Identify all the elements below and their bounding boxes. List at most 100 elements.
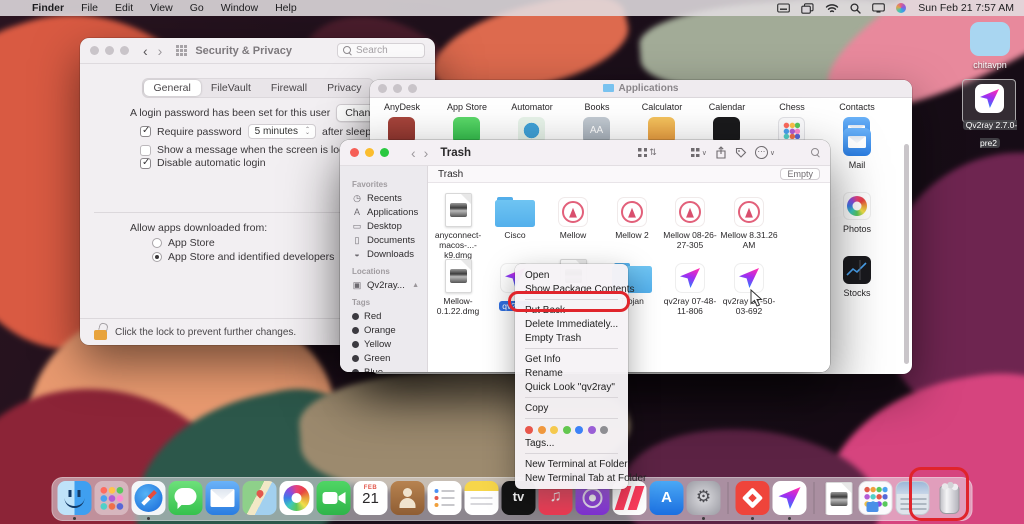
window-controls[interactable]: [90, 46, 129, 55]
sidebar-item-documents[interactable]: ▯Documents: [340, 233, 427, 247]
menu-file[interactable]: File: [81, 2, 98, 14]
app-label-calendar[interactable]: Calendar: [695, 102, 759, 112]
menu-item-new-terminal[interactable]: New Terminal at Folder: [515, 457, 628, 471]
menu-item-delete-immediately[interactable]: Delete Immediately...: [515, 317, 628, 331]
app-label-appstore[interactable]: App Store: [435, 102, 499, 112]
menu-item-empty-trash[interactable]: Empty Trash: [515, 331, 628, 345]
show-message-checkbox[interactable]: [140, 145, 151, 156]
dock-item-notes[interactable]: [465, 481, 499, 515]
menu-item-tags[interactable]: Tags...: [515, 436, 628, 450]
tag-color-green[interactable]: [563, 426, 571, 434]
file-mellow-2[interactable]: Mellow 2: [603, 189, 661, 240]
app-label-automator[interactable]: Automator: [500, 102, 564, 112]
dock-item-contacts[interactable]: [391, 481, 425, 515]
back-button[interactable]: ‹: [143, 44, 148, 58]
dock-item-reminders[interactable]: [428, 481, 462, 515]
file-qv2ray-2[interactable]: qv2ray 07-48-11-806: [661, 255, 719, 316]
app-label-contacts[interactable]: Contacts: [825, 102, 889, 112]
eject-icon[interactable]: ▲: [412, 282, 419, 289]
desktop-icon-chitavpn[interactable]: chitavpn: [966, 22, 1014, 70]
file-mellow[interactable]: Mellow: [544, 189, 602, 240]
radio-app-store[interactable]: [152, 238, 162, 248]
menu-item-quick-look[interactable]: Quick Look "qv2ray": [515, 380, 628, 394]
sidebar-tag-orange[interactable]: Orange: [340, 323, 427, 337]
search-icon[interactable]: [811, 148, 820, 157]
menu-help[interactable]: Help: [275, 2, 297, 14]
forward-button[interactable]: ›: [158, 44, 163, 58]
menu-edit[interactable]: Edit: [115, 2, 133, 14]
file-mellow-dmg[interactable]: Mellow-0.1.22.dmg: [429, 255, 487, 316]
menu-item-open[interactable]: Open: [515, 268, 628, 282]
app-label-chess[interactable]: Chess: [760, 102, 824, 112]
file-anyconnect-dmg[interactable]: anyconnect-macos-...-k9.dmg: [429, 189, 487, 261]
app-label-books[interactable]: Books: [565, 102, 629, 112]
desktop-icon-qv2ray[interactable]: [975, 84, 1004, 113]
tab-privacy[interactable]: Privacy: [317, 80, 371, 96]
dock-item-qv2ray[interactable]: [773, 481, 807, 515]
dock-item-mail[interactable]: [206, 481, 240, 515]
tag-color-blue[interactable]: [575, 426, 583, 434]
dock-item-calendar[interactable]: FEB21: [354, 481, 388, 515]
tab-firewall[interactable]: Firewall: [261, 80, 317, 96]
back-button[interactable]: ‹: [411, 146, 416, 160]
spotlight-icon[interactable]: [850, 3, 861, 14]
unlocked-padlock-icon[interactable]: [94, 330, 107, 340]
tab-filevault[interactable]: FileVault: [201, 80, 261, 96]
app-item-photos[interactable]: Photos: [825, 192, 889, 234]
sidebar-tag-green[interactable]: Green: [340, 351, 427, 365]
dock-item-system-preferences[interactable]: [687, 481, 721, 515]
menu-item-rename[interactable]: Rename: [515, 366, 628, 380]
tag-color-gray[interactable]: [600, 426, 608, 434]
menu-item-copy[interactable]: Copy: [515, 401, 628, 415]
menu-go[interactable]: Go: [190, 2, 204, 14]
radio-identified-developers[interactable]: [152, 252, 162, 262]
tab-general[interactable]: General: [143, 80, 200, 96]
app-label-anydesk[interactable]: AnyDesk: [370, 102, 434, 112]
sidebar-tag-blue[interactable]: Blue: [340, 365, 427, 372]
siri-icon[interactable]: [896, 3, 906, 13]
dock-item-safari[interactable]: [132, 481, 166, 515]
dock-item-downloads-folder[interactable]: [859, 481, 893, 515]
dock-item-app-store[interactable]: [650, 481, 684, 515]
dock-item-messages[interactable]: [169, 481, 203, 515]
dock-item-finder[interactable]: [58, 481, 92, 515]
file-mellow-3[interactable]: Mellow 08-26-27-305: [661, 189, 719, 250]
menu-item-get-info[interactable]: Get Info: [515, 352, 628, 366]
menu-finder[interactable]: Finder: [32, 2, 64, 14]
menu-view[interactable]: View: [150, 2, 173, 14]
dock-item-anydesk[interactable]: [736, 481, 770, 515]
require-password-dropdown[interactable]: 5 minutes ⌃⌄: [248, 124, 316, 139]
tag-icon[interactable]: [735, 147, 747, 159]
sidebar-item-downloads[interactable]: ◒Downloads: [340, 247, 427, 261]
keyboard-icon[interactable]: [777, 3, 790, 13]
view-options-icon[interactable]: ⇅: [638, 147, 657, 158]
app-item-stocks[interactable]: Stocks: [825, 256, 889, 298]
sidebar-item-recents[interactable]: ◷Recents: [340, 191, 427, 205]
sidebar-item-qv2ray-disk[interactable]: ▣Qv2ray...▲: [340, 278, 427, 292]
window-controls[interactable]: [350, 148, 389, 157]
dock-item-maps[interactable]: [243, 481, 277, 515]
group-by-icon[interactable]: ∨: [691, 148, 707, 157]
require-password-checkbox[interactable]: [140, 126, 151, 137]
show-all-icon[interactable]: [176, 45, 187, 56]
tag-color-red[interactable]: [525, 426, 533, 434]
menu-window[interactable]: Window: [221, 2, 258, 14]
menu-item-new-terminal-tab[interactable]: New Terminal Tab at Folder: [515, 471, 628, 485]
dock-item-launchpad[interactable]: [95, 481, 129, 515]
search-field[interactable]: Search: [337, 43, 425, 58]
app-label-calculator[interactable]: Calculator: [630, 102, 694, 112]
scrollbar[interactable]: [904, 144, 909, 364]
folder-cisco[interactable]: Cisco: [486, 189, 544, 240]
empty-trash-button[interactable]: Empty: [780, 168, 820, 180]
app-item-mail[interactable]: Mail: [825, 128, 889, 170]
forward-button[interactable]: ›: [424, 146, 429, 160]
sidebar-item-desktop[interactable]: ▭Desktop: [340, 219, 427, 233]
file-qv2ray-3[interactable]: qv2ray 07-50-03-692: [720, 255, 778, 316]
display-icon[interactable]: [872, 3, 885, 13]
dock-item-photos[interactable]: [280, 481, 314, 515]
tag-color-purple[interactable]: [588, 426, 596, 434]
stage-windows-icon[interactable]: [801, 3, 814, 14]
dock-item-disk-image[interactable]: [822, 481, 856, 515]
tag-color-yellow[interactable]: [550, 426, 558, 434]
disable-login-checkbox[interactable]: [140, 158, 151, 169]
